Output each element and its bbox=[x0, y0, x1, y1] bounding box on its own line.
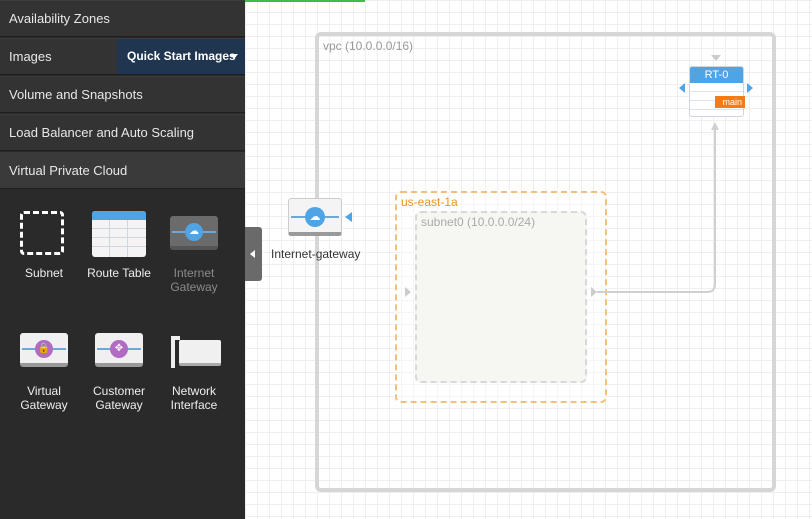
palette-label: Network Interface bbox=[170, 384, 218, 412]
section-load-balancer[interactable]: Load Balancer and Auto Scaling bbox=[0, 114, 245, 151]
palette-subnet[interactable]: Subnet bbox=[9, 208, 79, 288]
route-table-top-port[interactable] bbox=[711, 55, 721, 61]
section-label: Virtual Private Cloud bbox=[9, 163, 128, 178]
palette-route-table[interactable]: Route Table bbox=[84, 208, 154, 288]
palette-label: Virtual Gateway bbox=[20, 384, 68, 412]
section-label: Load Balancer and Auto Scaling bbox=[9, 125, 195, 140]
route-table-left-port[interactable] bbox=[679, 83, 685, 93]
subnet-icon bbox=[20, 211, 64, 255]
chevron-left-icon bbox=[250, 250, 255, 258]
palette-internet-gateway[interactable]: ☁ Internet Gateway bbox=[159, 208, 229, 298]
route-table-node[interactable]: RT-0 bbox=[689, 66, 744, 117]
palette-customer-gateway[interactable]: ✥ Customer Gateway bbox=[84, 330, 154, 420]
virtual-gateway-icon: 🔒 bbox=[20, 333, 68, 367]
route-table-right-port[interactable] bbox=[747, 83, 753, 93]
section-images[interactable]: Images Quick Start Images bbox=[0, 38, 245, 75]
section-label: Volume and Snapshots bbox=[9, 87, 143, 102]
palette-label: Customer Gateway bbox=[92, 384, 145, 412]
internet-gateway-icon: ☁ bbox=[288, 198, 342, 236]
collapse-panel-button[interactable] bbox=[245, 227, 262, 281]
palette-label: Subnet bbox=[24, 266, 64, 280]
section-availability-zones[interactable]: Availability Zones bbox=[0, 0, 245, 37]
customer-gateway-icon: ✥ bbox=[95, 333, 143, 367]
internet-gateway-label: Internet-gateway bbox=[271, 247, 361, 261]
resource-panel: Availability Zones Images Quick Start Im… bbox=[0, 0, 245, 519]
main-badge: main bbox=[715, 96, 745, 108]
palette-virtual-gateway[interactable]: 🔒 Virtual Gateway bbox=[9, 330, 79, 420]
internet-gateway-icon: ☁ bbox=[170, 216, 218, 250]
quick-start-images-dropdown[interactable]: Quick Start Images bbox=[117, 39, 245, 74]
dropdown-label: Quick Start Images bbox=[127, 49, 236, 63]
section-label: Availability Zones bbox=[9, 11, 110, 26]
internet-gateway-port[interactable] bbox=[345, 212, 352, 222]
section-virtual-private-cloud[interactable]: Virtual Private Cloud bbox=[0, 152, 245, 189]
network-interface-icon bbox=[171, 336, 221, 368]
route-table-title: RT-0 bbox=[690, 67, 743, 83]
caret-down-icon bbox=[230, 54, 238, 59]
route-table-icon bbox=[92, 211, 146, 257]
design-canvas[interactable]: vpc (10.0.0.0/16) us-east-1a subnet0 (10… bbox=[245, 0, 812, 519]
palette-label: Internet Gateway bbox=[170, 266, 218, 294]
section-label: Images bbox=[9, 49, 52, 64]
section-volume-snapshots[interactable]: Volume and Snapshots bbox=[0, 76, 245, 113]
internet-gateway-node[interactable]: ☁ bbox=[288, 198, 344, 238]
palette-network-interface[interactable]: Network Interface bbox=[159, 330, 229, 420]
palette-label: Route Table bbox=[87, 266, 151, 280]
